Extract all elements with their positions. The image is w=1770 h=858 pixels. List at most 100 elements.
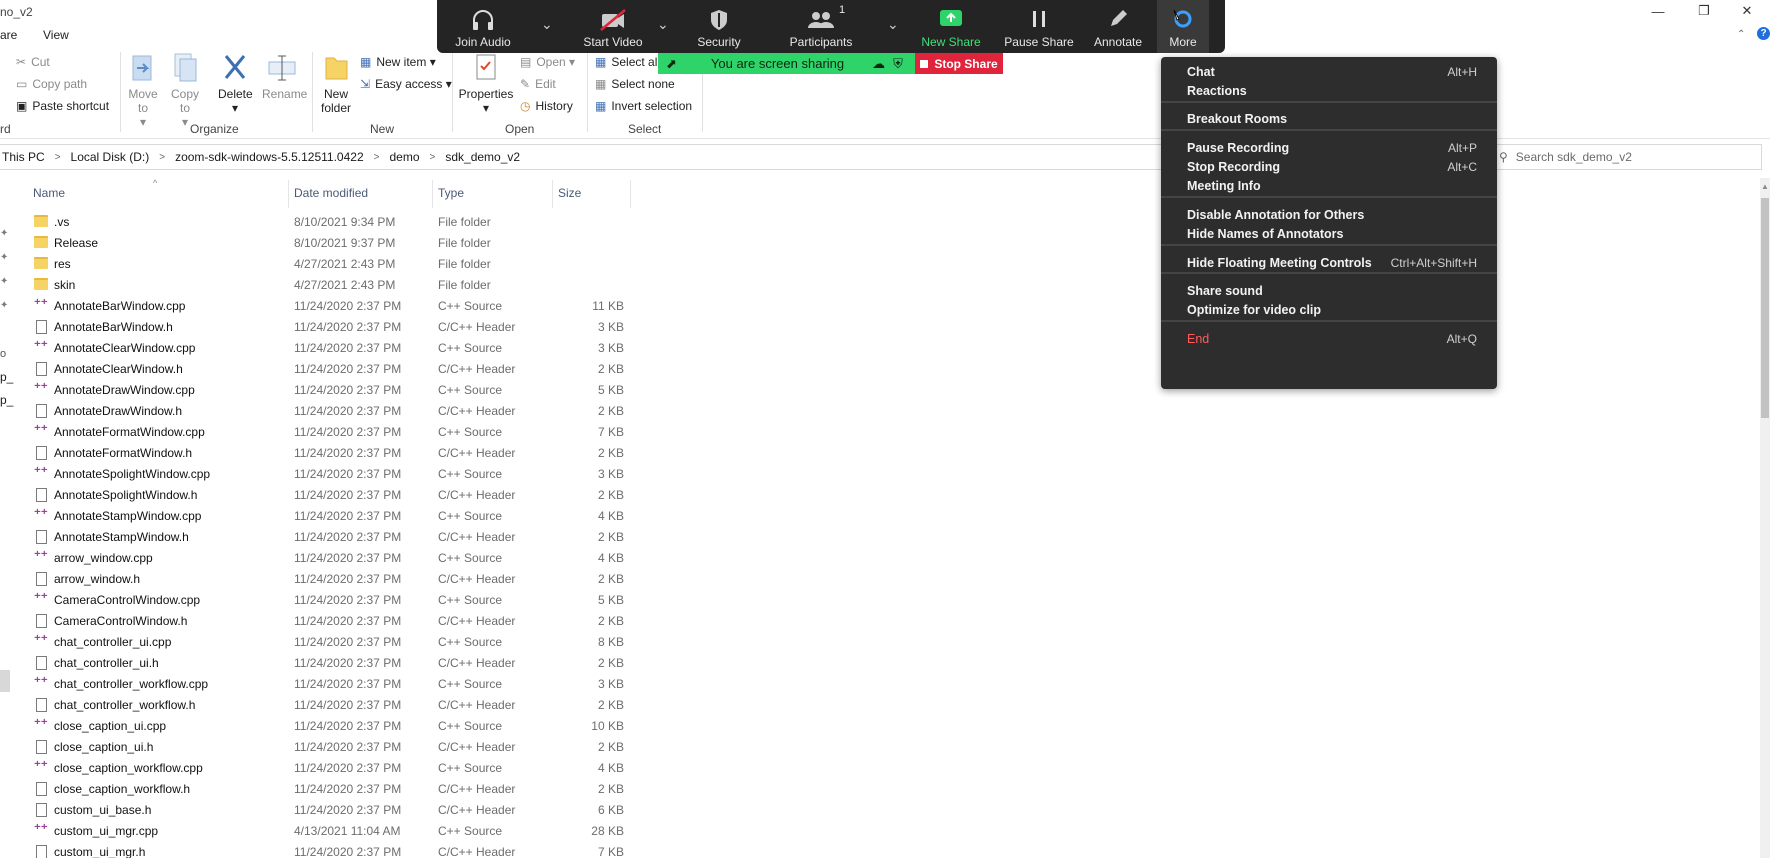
properties-button[interactable]: Properties ▾ [458, 52, 514, 115]
copy-to-button[interactable]: Copy to ▾ [169, 52, 201, 129]
column-name[interactable]: Name [33, 186, 65, 200]
start-video-button[interactable]: Start Video [567, 0, 659, 53]
chevron-down-icon[interactable]: ⌄ [887, 16, 899, 33]
select-none-button[interactable]: ▦ Select none [595, 77, 675, 91]
file-name: custom_ui_mgr.cpp [54, 824, 159, 838]
menu-item-optimize-for-video-clip[interactable]: Optimize for video clip [1187, 301, 1477, 319]
file-row[interactable]: ⁺⁺ close_caption_workflow.cpp 11/24/2020 2… [0, 757, 640, 778]
breadcrumb-this-pc[interactable]: This PC [2, 150, 45, 164]
annotate-button[interactable]: Annotate [1083, 0, 1153, 53]
file-row[interactable]: ⁺⁺ close_caption_ui.cpp 11/24/2020 2:37 PM… [0, 715, 640, 736]
menu-item-pause-recording[interactable]: Pause Recording Alt+P [1187, 139, 1477, 157]
copy-path-button[interactable]: ▭ Copy path [16, 77, 87, 91]
file-row[interactable]: ⁺⁺ AnnotateStampWindow.cpp 11/24/2020 2:37… [0, 505, 640, 526]
file-row[interactable]: CameraControlWindow.h 11/24/2020 2:37 PM C… [0, 610, 640, 631]
edit-button[interactable]: ✎ Edit [520, 77, 556, 91]
file-row[interactable]: chat_controller_workflow.h 11/24/2020 2:3… [0, 694, 640, 715]
more-button[interactable]: More [1157, 0, 1209, 53]
menu-item-stop-recording[interactable]: Stop Recording Alt+C [1187, 158, 1477, 176]
search-input[interactable]: ⚲ Search sdk_demo_v2 [1490, 144, 1762, 170]
new-share-button[interactable]: New Share [911, 0, 991, 53]
file-row[interactable]: chat_controller_ui.h 11/24/2020 2:37 PM C/… [0, 652, 640, 673]
menu-item-hide-floating-meeting-controls[interactable]: Hide Floating Meeting Controls Ctrl+Alt+S… [1187, 254, 1477, 272]
file-type: C/C++ Header [438, 488, 516, 502]
file-row[interactable]: ⁺⁺ AnnotateBarWindow.cpp 11/24/2020 2:37 P… [0, 295, 640, 316]
menu-item-breakout-rooms[interactable]: Breakout Rooms [1187, 110, 1477, 128]
participants-button[interactable]: 1 Participants [771, 0, 871, 53]
breadcrumb-local-disk[interactable]: Local Disk (D:) [71, 150, 150, 164]
security-button[interactable]: Security [673, 0, 765, 53]
chevron-down-icon[interactable]: ⌄ [657, 16, 669, 33]
file-row[interactable]: ⁺⁺ custom_ui_mgr.cpp 4/13/2021 11:04 AM C++… [0, 820, 640, 841]
pause-share-button[interactable]: Pause Share [999, 0, 1079, 53]
move-to-button[interactable]: Move to ▾ [127, 52, 159, 129]
file-row[interactable]: ⁺⁺ AnnotateClearWindow.cpp 11/24/2020 2:37… [0, 337, 640, 358]
minimize-button[interactable]: — [1635, 0, 1681, 22]
menu-item-end[interactable]: End Alt+Q [1187, 330, 1477, 348]
help-icon[interactable]: ? [1757, 27, 1770, 40]
breadcrumb-demo[interactable]: demo [389, 150, 419, 164]
zoom-meeting-toolbar: Join Audio ⌄ Start Video ⌄ Security 1 Pa… [437, 0, 1225, 53]
file-row[interactable]: ⁺⁺ AnnotateFormatWindow.cpp 11/24/2020 2:3… [0, 421, 640, 442]
file-row[interactable]: ⁺⁺ CameraControlWindow.cpp 11/24/2020 2:37… [0, 589, 640, 610]
scrollbar-thumb[interactable] [1761, 198, 1769, 418]
delete-icon [224, 55, 246, 79]
file-row[interactable]: ⁺⁺ chat_controller_workflow.cpp 11/24/2020… [0, 673, 640, 694]
file-row[interactable]: ⁺⁺ arrow_window.cpp 11/24/2020 2:37 PM C++ … [0, 547, 640, 568]
folder-row[interactable]: .vs 8/10/2021 9:34 PM File folder [0, 211, 640, 232]
menu-item-disable-annotation-for-others[interactable]: Disable Annotation for Others [1187, 206, 1477, 224]
folder-row[interactable]: skin 4/27/2021 2:43 PM File folder [0, 274, 640, 295]
new-item-button[interactable]: ▦ New item ▾ [360, 55, 436, 69]
file-row[interactable]: AnnotateStampWindow.h 11/24/2020 2:37 PM C… [0, 526, 640, 547]
file-row[interactable]: custom_ui_mgr.h 11/24/2020 2:37 PM C/C++ H… [0, 841, 640, 858]
column-type[interactable]: Type [438, 186, 464, 200]
cpp-file-icon: ⁺⁺ [34, 674, 48, 689]
chevron-down-icon[interactable]: ⌄ [541, 16, 553, 33]
group-clipboard-label: rd [0, 122, 11, 136]
invert-selection-button[interactable]: ▦ Invert selection [595, 99, 692, 113]
menu-item-meeting-info[interactable]: Meeting Info [1187, 177, 1477, 195]
ribbon-collapse-icon[interactable]: ⌃ [1737, 29, 1745, 40]
breadcrumb-zoom-sdk[interactable]: zoom-sdk-windows-5.5.12511.0422 [175, 150, 364, 164]
menu-item-chat[interactable]: Chat Alt+H [1187, 63, 1477, 81]
file-row[interactable]: ⁺⁺ AnnotateSpolightWindow.cpp 11/24/2020 2… [0, 463, 640, 484]
tab-view[interactable]: View [43, 28, 69, 42]
menu-item-reactions[interactable]: Reactions [1187, 82, 1477, 100]
cut-button[interactable]: ✂ Cut [16, 55, 50, 69]
maximize-button[interactable]: ❐ [1681, 0, 1727, 22]
folder-row[interactable]: Release 8/10/2021 9:37 PM File folder [0, 232, 640, 253]
scroll-up-icon[interactable]: ▲ [1761, 182, 1769, 191]
file-row[interactable]: close_caption_ui.h 11/24/2020 2:37 PM C/C+… [0, 736, 640, 757]
column-size[interactable]: Size [558, 186, 581, 200]
join-audio-button[interactable]: Join Audio [437, 0, 529, 53]
open-button[interactable]: ▤ Open ▾ [520, 55, 575, 69]
paste-shortcut-button[interactable]: ▣ Paste shortcut [16, 99, 109, 113]
file-row[interactable]: AnnotateDrawWindow.h 11/24/2020 2:37 PM C/… [0, 400, 640, 421]
screen-sharing-banner[interactable]: ⬈ You are screen sharing ☁ ⛨ [658, 53, 915, 74]
file-row[interactable]: AnnotateBarWindow.h 11/24/2020 2:37 PM C/C… [0, 316, 640, 337]
history-button[interactable]: ◷ History [520, 99, 573, 113]
file-row[interactable]: custom_ui_base.h 11/24/2020 2:37 PM C/C++ … [0, 799, 640, 820]
menu-item-share-sound[interactable]: Share sound [1187, 282, 1477, 300]
file-row[interactable]: close_caption_workflow.h 11/24/2020 2:37 … [0, 778, 640, 799]
folder-row[interactable]: res 4/27/2021 2:43 PM File folder [0, 253, 640, 274]
easy-access-button[interactable]: ⇲ Easy access ▾ [360, 77, 452, 91]
column-date-modified[interactable]: Date modified [294, 186, 368, 200]
file-row[interactable]: AnnotateSpolightWindow.h 11/24/2020 2:37 … [0, 484, 640, 505]
tab-share[interactable]: are [0, 28, 17, 42]
file-row[interactable]: ⁺⁺ AnnotateDrawWindow.cpp 11/24/2020 2:37 … [0, 379, 640, 400]
new-folder-button[interactable]: New folder [318, 52, 354, 115]
file-name: AnnotateDrawWindow.h [54, 404, 183, 418]
file-row[interactable]: arrow_window.h 11/24/2020 2:37 PM C/C++ He… [0, 568, 640, 589]
stop-share-button[interactable]: Stop Share [915, 53, 1003, 74]
file-row[interactable]: ⁺⁺ chat_controller_ui.cpp 11/24/2020 2:37 … [0, 631, 640, 652]
close-button[interactable]: ✕ [1724, 0, 1770, 22]
menu-item-hide-names-of-annotators[interactable]: Hide Names of Annotators [1187, 225, 1477, 243]
breadcrumb-sdk-demo-v2[interactable]: sdk_demo_v2 [445, 150, 520, 164]
file-row[interactable]: AnnotateFormatWindow.h 11/24/2020 2:37 PM… [0, 442, 640, 463]
select-all-button[interactable]: ▦ Select all [595, 55, 660, 69]
file-row[interactable]: AnnotateClearWindow.h 11/24/2020 2:37 PM C… [0, 358, 640, 379]
rename-button[interactable]: Rename [262, 52, 307, 101]
delete-button[interactable]: Delete ▾ [218, 52, 253, 115]
file-name: skin [54, 278, 76, 292]
